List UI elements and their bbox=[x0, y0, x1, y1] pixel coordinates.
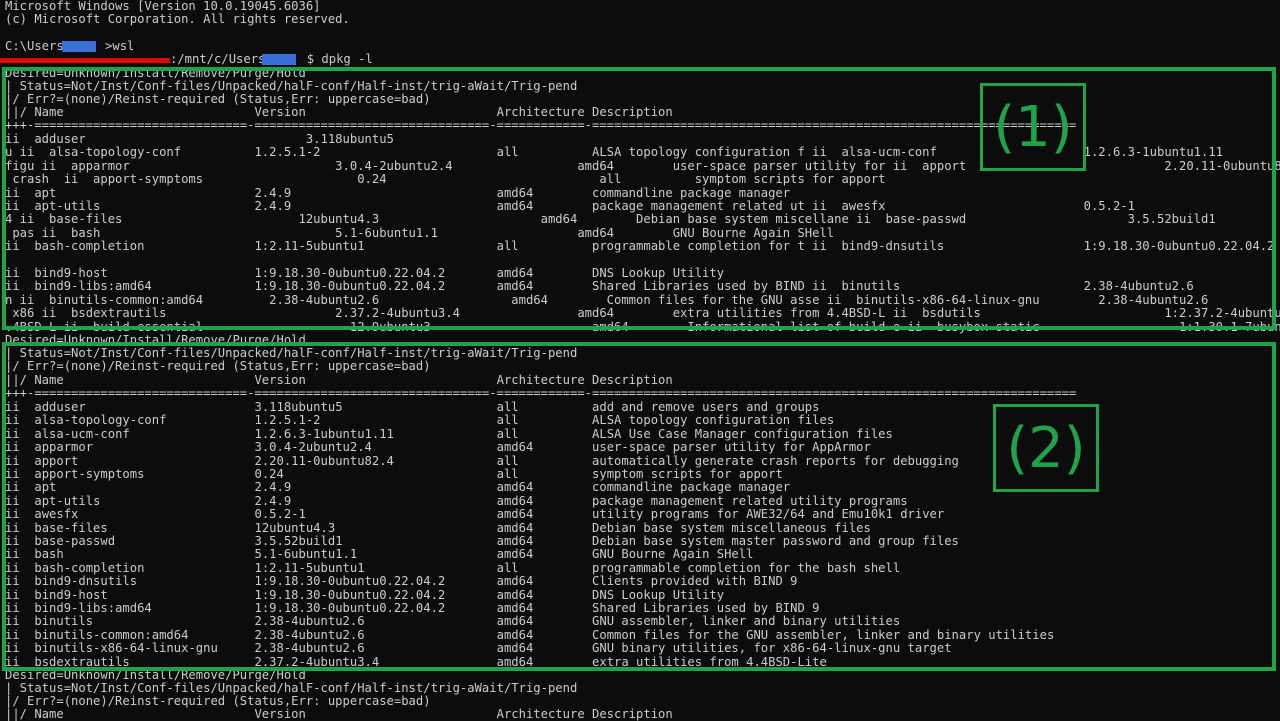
label-1: (1) bbox=[980, 83, 1086, 171]
redaction-username bbox=[62, 41, 96, 52]
wsl-command: $ dpkg -l bbox=[306, 52, 373, 66]
redaction-username-2 bbox=[262, 54, 296, 65]
label-2: (2) bbox=[993, 404, 1099, 492]
frame-2 bbox=[2, 342, 1276, 671]
prompt-suffix: >wsl bbox=[105, 39, 135, 53]
wsl-path: :/mnt/c/Users/ bbox=[170, 52, 273, 66]
cols-line-3: ||/ Name Version Architecture Descriptio… bbox=[5, 707, 673, 721]
banner-line-2: (c) Microsoft Corporation. All rights re… bbox=[5, 12, 350, 26]
redaction-host bbox=[0, 58, 170, 63]
